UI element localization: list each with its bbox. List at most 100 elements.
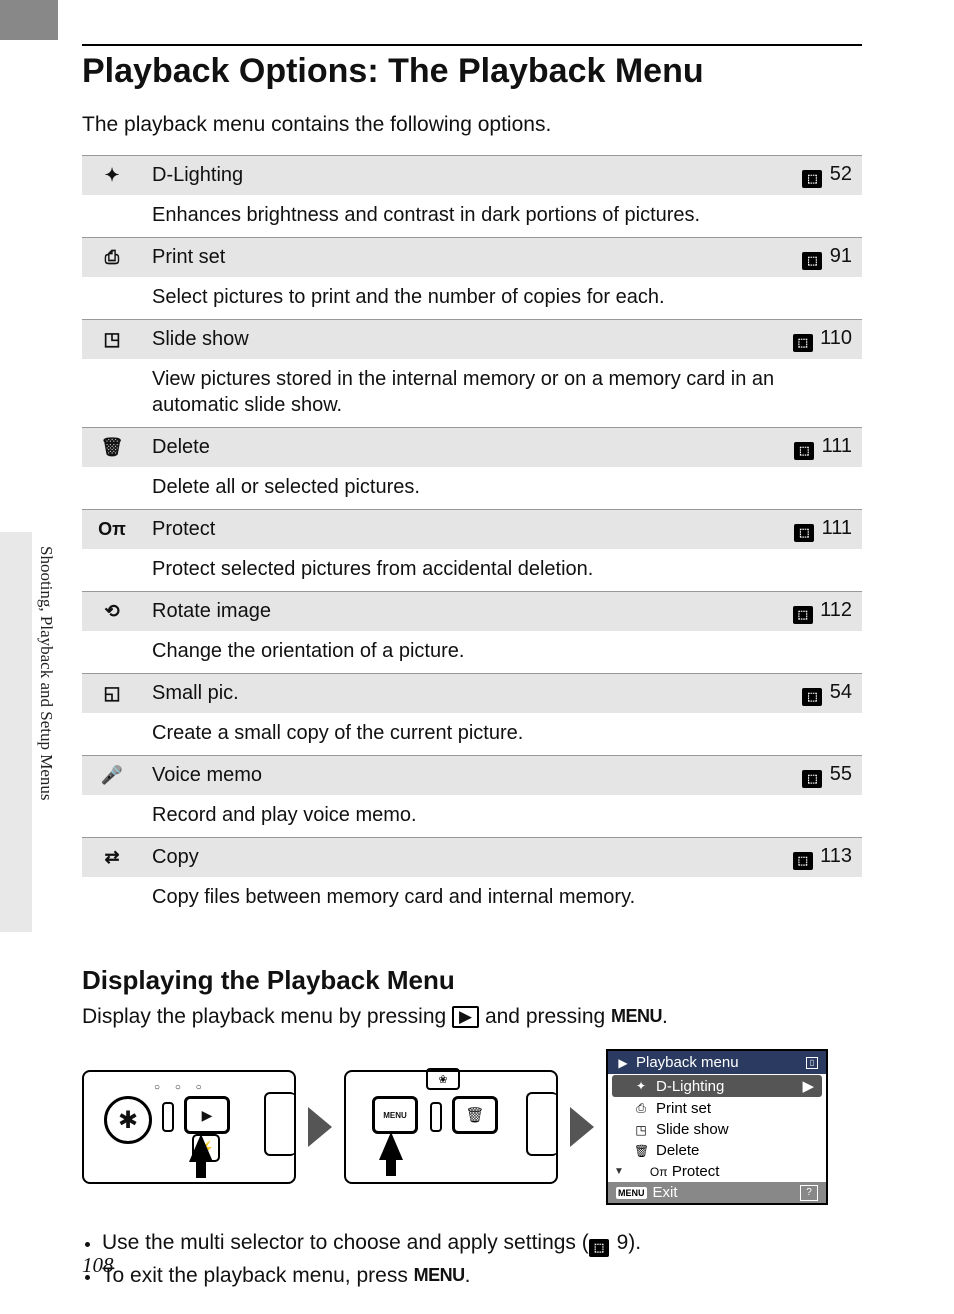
screen-menu-item: Oπ Protect xyxy=(624,1161,826,1182)
menu-word: MENU xyxy=(611,1006,662,1026)
pageref-icon: ⬚ xyxy=(793,334,813,352)
manual-page: Shooting, Playback and Setup Menus Playb… xyxy=(0,0,954,1314)
option-desc-row: Enhances brightness and contrast in dark… xyxy=(82,195,862,238)
option-header-row: ◳Slide show⬚ 110 xyxy=(82,320,862,360)
option-page-ref: ⬚ 113 xyxy=(762,838,862,878)
screen-item-label: Delete xyxy=(656,1142,699,1159)
screen-item-icon: 🗑 xyxy=(634,1144,648,1158)
pageref-icon: ⬚ xyxy=(793,606,813,624)
option-desc-row: Delete all or selected pictures. xyxy=(82,467,862,510)
note-item: Use the multi selector to choose and app… xyxy=(102,1227,862,1260)
pageref-icon: ⬚ xyxy=(802,770,822,788)
option-name: Copy xyxy=(142,838,762,878)
option-desc: Create a small copy of the current pictu… xyxy=(142,713,862,756)
screen-menu-item: ◳Slide show xyxy=(608,1119,826,1140)
screen-title-bar: ▶ Playback menu ▯ xyxy=(608,1051,826,1074)
screen-exit-bar: MENU Exit ? xyxy=(608,1182,826,1203)
option-name: Protect xyxy=(142,510,762,550)
delete-icon: 🗑 xyxy=(82,428,142,468)
asterisk-button-icon: ✱ xyxy=(104,1096,152,1144)
play-icon: ▶ xyxy=(616,1056,630,1070)
option-desc: Record and play voice memo. xyxy=(142,795,862,838)
option-desc-row: Record and play voice memo. xyxy=(82,795,862,838)
screen-item-label: Print set xyxy=(656,1100,711,1117)
option-header-row: 🗑Delete⬚ 111 xyxy=(82,428,862,468)
option-desc-row: Select pictures to print and the number … xyxy=(82,277,862,320)
help-icon: ? xyxy=(800,1185,818,1201)
corner-band xyxy=(0,0,58,40)
option-page-ref: ⬚ 52 xyxy=(762,156,862,196)
option-header-row: OπProtect⬚ 111 xyxy=(82,510,862,550)
screen-item-icon: Oπ xyxy=(650,1165,664,1179)
option-page-ref: ⬚ 111 xyxy=(762,428,862,468)
option-header-row: ◱Small pic.⬚ 54 xyxy=(82,674,862,714)
option-name: Print set xyxy=(142,238,762,278)
pageref-icon: ⬚ xyxy=(793,852,813,870)
option-name: D-Lighting xyxy=(142,156,762,196)
note-item: To exit the playback menu, press MENU. xyxy=(102,1260,862,1293)
option-name: Rotate image xyxy=(142,592,762,632)
option-name: Small pic. xyxy=(142,674,762,714)
screen-item-icon: ◳ xyxy=(634,1123,648,1137)
page-title: Playback Options: The Playback Menu xyxy=(82,52,862,91)
instr-mid: and pressing xyxy=(485,1005,611,1028)
arrow-right-icon xyxy=(570,1107,594,1147)
side-shape-icon xyxy=(526,1092,558,1156)
options-table: ✦D-Lighting⬚ 52Enhances brightness and c… xyxy=(82,155,862,919)
option-page-ref: ⬚ 54 xyxy=(762,674,862,714)
side-tab xyxy=(0,532,32,932)
option-desc: Delete all or selected pictures. xyxy=(142,467,862,510)
screen-title-text: Playback menu xyxy=(636,1054,739,1071)
rotate-icon: ⟲ xyxy=(82,592,142,632)
instruction-line: Display the playback menu by pressing ▶ … xyxy=(82,1002,862,1031)
screen-item-label: D-Lighting xyxy=(656,1078,724,1095)
arrow-right-icon xyxy=(308,1107,332,1147)
smallpic-icon: ◱ xyxy=(82,674,142,714)
dlighting-icon: ✦ xyxy=(82,156,142,196)
page-number: 108 xyxy=(82,1253,114,1278)
pageref-icon: ⬚ xyxy=(802,170,822,188)
menu-word: MENU xyxy=(414,1265,465,1285)
dots-icon: ○ ○ ○ xyxy=(154,1082,208,1093)
option-desc-row: Protect selected pictures from accidenta… xyxy=(82,549,862,592)
pageref-icon: ⬚ xyxy=(802,688,822,706)
intro-text: The playback menu contains the following… xyxy=(82,113,862,137)
section-side-label: Shooting, Playback and Setup Menus xyxy=(36,546,56,801)
copy-icon: ⇄ xyxy=(82,838,142,878)
play-button-camera-icon: ▶ xyxy=(184,1096,230,1134)
screen-item-label: Protect xyxy=(672,1163,720,1180)
camera-back-play: ✱ ▶ ○ ○ ○ ⚡ xyxy=(82,1070,296,1184)
side-shape-icon xyxy=(264,1092,296,1156)
option-desc: Change the orientation of a picture. xyxy=(142,631,862,674)
exit-text: Exit xyxy=(653,1184,678,1201)
option-page-ref: ⬚ 111 xyxy=(762,510,862,550)
screen-menu-item: ⎙ Print set xyxy=(608,1098,826,1119)
pageref-icon: ⬚ xyxy=(589,1239,609,1257)
diagram-row: ✱ ▶ ○ ○ ○ ⚡ MENU 🗑 ❀ ▶ xyxy=(82,1049,862,1205)
option-desc: Select pictures to print and the number … xyxy=(142,277,862,320)
printset-icon: ⎙ xyxy=(82,238,142,278)
option-desc-row: View pictures stored in the internal mem… xyxy=(82,359,862,428)
option-page-ref: ⬚ 110 xyxy=(762,320,862,360)
pill-icon xyxy=(430,1102,442,1132)
pageref-icon: ⬚ xyxy=(794,442,814,460)
camera-back-menu: MENU 🗑 ❀ xyxy=(344,1070,558,1184)
sub-title: Displaying the Playback Menu xyxy=(82,965,862,996)
option-desc-row: Change the orientation of a picture. xyxy=(82,631,862,674)
slideshow-icon: ◳ xyxy=(82,320,142,360)
pageref-icon: ⬚ xyxy=(794,524,814,542)
play-button-icon: ▶ xyxy=(452,1006,479,1028)
option-page-ref: ⬚ 91 xyxy=(762,238,862,278)
menu-badge-icon: MENU xyxy=(616,1187,647,1199)
option-name: Delete xyxy=(142,428,762,468)
option-page-ref: ⬚ 112 xyxy=(762,592,862,632)
screen-item-icon: ⎙ xyxy=(634,1101,648,1116)
voicememo-icon: 🎤 xyxy=(82,756,142,796)
battery-icon: ▯ xyxy=(806,1057,818,1069)
content-area: Playback Options: The Playback Menu The … xyxy=(82,44,862,1292)
arrow-up-icon xyxy=(379,1132,403,1160)
chevron-right-icon: ▶ xyxy=(802,1077,814,1095)
option-desc-row: Create a small copy of the current pictu… xyxy=(82,713,862,756)
option-desc: View pictures stored in the internal mem… xyxy=(142,359,862,428)
option-desc: Protect selected pictures from accidenta… xyxy=(142,549,862,592)
